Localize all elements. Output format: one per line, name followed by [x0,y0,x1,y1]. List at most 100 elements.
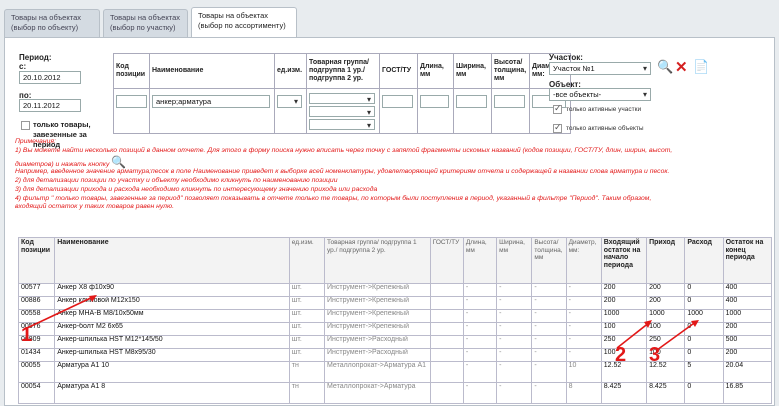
only-active-sites-checkbox[interactable] [553,103,562,114]
cell-height: - [531,322,567,336]
cell-unit: тн [288,361,326,383]
cell-code: 00054 [17,382,56,404]
cell-income[interactable]: 200 [646,296,686,310]
filter-height-input[interactable] [494,95,525,108]
tab-by-site[interactable]: Товары на объектах (выбор по участку) [103,9,188,39]
object-select[interactable]: -все объекты- [549,88,651,101]
cell-name[interactable]: Анкер-шпилька HST M12*145/50 [54,335,290,349]
filter-header-length: Длина, мм [417,53,454,89]
filter-length-input[interactable] [420,95,449,108]
cell-opening-balance: 1000 [600,309,648,323]
tab-by-assortment[interactable]: Товары на объектах (выбор по ассортимент… [191,7,297,41]
cell-height: - [531,296,567,310]
search-icon[interactable]: 🔍 [657,59,673,75]
cell-height: - [531,382,567,404]
cell-expense[interactable]: 0 [684,283,724,297]
filter-code-input[interactable] [116,95,147,108]
cell-length: - [462,309,498,323]
cell-opening-balance: 200 [600,296,648,310]
col-name: Наименование [54,237,290,284]
col-group: Товарная группа/ подгруппа 1 ур./ подгру… [324,237,431,284]
filter-unit-select[interactable] [277,95,302,108]
cell-diameter: - [565,322,602,336]
notes-block: Примечания: 1) Вы можете найти несколько… [15,138,771,212]
cell-code: 00055 [17,361,56,383]
period-to-input[interactable]: 20.11.2012 [19,99,81,112]
tab-by-object[interactable]: Товары на объектах (выбор по объекту) [4,9,100,39]
clear-icon[interactable]: ✕ [675,58,688,76]
filter-group-select[interactable] [309,93,375,104]
search-icon-hint: 🔍 [111,154,127,169]
filter-header-width: Ширина, мм [453,53,492,89]
cell-diameter: - [565,309,602,323]
col-income: Приход [646,237,686,284]
cell-expense[interactable]: 0 [684,335,724,349]
report-panel: Период: с: 20.10.2012 по: 20.11.2012 тол… [4,37,775,406]
cell-name[interactable]: Арматура А1 8 [54,382,290,404]
filter-header-unit: ед.изм. [274,53,307,89]
cell-name[interactable]: Анкер МНА-В М8/10х50мм [54,309,290,323]
period-from-input[interactable]: 20.10.2012 [19,71,81,84]
table-row: 00886 Анкер клиновой М12х150 шт. Инструмент… [17,296,773,310]
only-active-objects-checkbox[interactable] [553,122,562,133]
notes-line4: 2) для детализации позиции по участку и … [15,176,338,184]
cell-expense[interactable]: 1000 [684,309,724,323]
cell-code: 00558 [17,309,56,323]
cell-expense[interactable]: 0 [684,382,724,404]
filter-header-code: Код позиции [113,53,150,89]
cell-unit: шт. [288,283,326,297]
cell-length: - [462,322,498,336]
cell-income[interactable]: 100 [646,322,686,336]
cell-gost [429,309,464,323]
cell-expense[interactable]: 5 [684,361,724,383]
cell-expense[interactable]: 0 [684,322,724,336]
cell-unit: шт. [288,309,326,323]
cell-expense[interactable]: 0 [684,348,724,362]
cell-name[interactable]: Анкер-болт М2 6х65 [54,322,290,336]
cell-gost [429,348,464,362]
notes-line5: 3) для детализации прихода и расхода нео… [15,185,378,193]
cell-gost [429,296,464,310]
only-delivered-checkbox[interactable] [21,121,30,130]
cell-unit: тн [288,382,326,404]
cell-name[interactable]: Анкер Х8 ф10х90 [54,283,290,297]
cell-name[interactable]: Арматура А1 10 [54,361,290,383]
col-code: Код позиции [17,237,56,284]
cell-income[interactable]: 8.425 [646,382,686,404]
cell-group: Инструмент->Расходный [324,335,431,349]
filter-subgroup1-select[interactable] [309,106,375,117]
notes-line1: 1) Вы можете найти несколько позиций в д… [15,146,673,154]
filter-gost-input[interactable] [382,95,413,108]
cell-group: Металлопрокат->Арматура [324,382,431,404]
cell-closing-balance: 500 [722,335,773,349]
filter-subgroup2-select[interactable] [309,119,375,130]
cell-name[interactable]: Анкер клиновой М12х150 [54,296,290,310]
table-row: 00558 Анкер МНА-В М8/10х50мм шт. Инструмент… [17,309,773,323]
only-active-sites-label: только активные участки [566,106,642,113]
annotation-2: 2 [615,344,627,366]
col-closing-balance: Остаток на конец периода [722,237,773,284]
cell-income[interactable]: 1000 [646,309,686,323]
cell-height: - [531,309,567,323]
col-diameter: Диаметр, мм: [565,237,602,284]
table-row: 00577 Анкер Х8 ф10х90 шт. Инструмент->Крепе… [17,283,773,297]
filter-name-input[interactable]: анкер;арматура [152,95,270,108]
cell-unit: шт. [288,335,326,349]
only-active-objects-label: только активные объекты [566,125,644,132]
export-icon[interactable]: 📄 [693,59,709,75]
col-width: Ширина, мм [496,237,533,284]
cell-group: Инструмент->Расходный [324,348,431,362]
site-select[interactable]: Участок №1 [549,62,651,75]
cell-opening-balance: 200 [600,283,648,297]
cell-unit: шт. [288,322,326,336]
filter-width-input[interactable] [456,95,487,108]
cell-width: - [496,309,533,323]
filter-table: Код позиции Наименование ед.изм. Товарна… [113,53,571,134]
cell-income[interactable]: 200 [646,283,686,297]
cell-name[interactable]: Анкер-шпилька HST M8х95/30 [54,348,290,362]
tab-by-object-line2: (выбор по объекту) [11,23,79,32]
cell-width: - [496,283,533,297]
col-expense: Расход [684,237,724,284]
cell-width: - [496,348,533,362]
cell-expense[interactable]: 0 [684,296,724,310]
